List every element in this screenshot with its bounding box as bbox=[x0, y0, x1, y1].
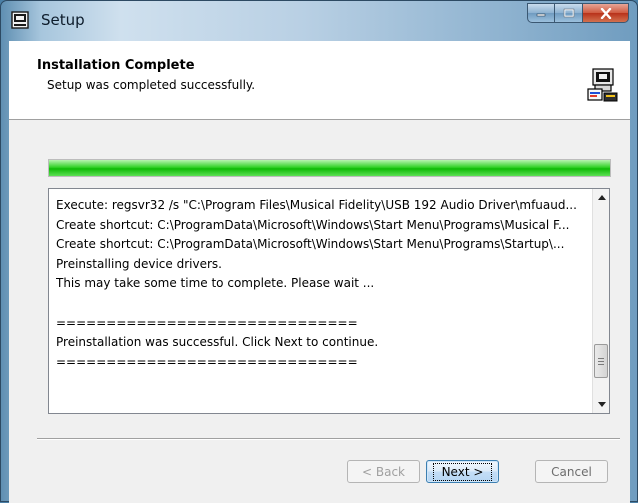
cancel-button[interactable]: Cancel bbox=[535, 460, 608, 483]
log-line: Create shortcut: C:\ProgramData\Microsof… bbox=[56, 217, 570, 232]
back-button-label: < Back bbox=[361, 464, 405, 479]
title-bar[interactable]: Setup bbox=[1, 1, 637, 41]
back-button[interactable]: < Back bbox=[347, 460, 420, 483]
minimize-button[interactable] bbox=[527, 3, 555, 23]
button-bar-divider bbox=[37, 438, 620, 440]
log-line: This may take some time to complete. Ple… bbox=[56, 276, 375, 291]
close-icon bbox=[600, 7, 611, 19]
log-line: ============================== bbox=[56, 315, 358, 330]
log-line: Execute: regsvr32 /s "C:\Program Files\M… bbox=[56, 198, 577, 212]
page-subtitle: Setup was completed successfully. bbox=[47, 78, 256, 92]
page-title: Installation Complete bbox=[37, 58, 195, 73]
next-button[interactable]: Next > bbox=[426, 460, 499, 483]
arrow-down-icon bbox=[597, 402, 606, 407]
cancel-button-label: Cancel bbox=[551, 464, 592, 479]
log-line: Preinstallation was successful. Click Ne… bbox=[56, 335, 379, 350]
scroll-down-button[interactable] bbox=[593, 396, 609, 413]
grip-icon bbox=[598, 357, 604, 365]
progress-fill bbox=[49, 160, 610, 176]
setup-app-icon bbox=[11, 11, 29, 29]
next-button-label: Next > bbox=[432, 462, 493, 481]
log-line: Preinstalling device drivers. bbox=[56, 256, 222, 271]
wizard-header: Installation Complete Setup was complete… bbox=[9, 41, 630, 120]
install-log-box[interactable]: Execute: regsvr32 /s "C:\Program Files\M… bbox=[48, 188, 610, 414]
scroll-up-button[interactable] bbox=[593, 189, 609, 206]
log-lines: Execute: regsvr32 /s "C:\Program Files\M… bbox=[56, 196, 586, 372]
minimize-icon bbox=[536, 13, 546, 17]
window-title: Setup bbox=[41, 11, 85, 29]
install-progress-bar bbox=[48, 159, 611, 177]
log-line: ============================== bbox=[56, 354, 358, 369]
arrow-up-icon bbox=[597, 195, 606, 200]
installer-computer-icon bbox=[587, 68, 618, 102]
log-scrollbar[interactable] bbox=[592, 189, 609, 413]
maximize-icon bbox=[563, 8, 574, 18]
scrollbar-thumb[interactable] bbox=[594, 344, 608, 378]
close-button[interactable] bbox=[583, 3, 629, 23]
log-line: Create shortcut: C:\ProgramData\Microsof… bbox=[56, 237, 565, 252]
maximize-button[interactable] bbox=[555, 3, 583, 23]
dialog-client-area: Installation Complete Setup was complete… bbox=[9, 41, 630, 503]
caption-buttons bbox=[527, 3, 629, 25]
setup-window: Setup Installation Complete Setup was co… bbox=[0, 0, 638, 503]
